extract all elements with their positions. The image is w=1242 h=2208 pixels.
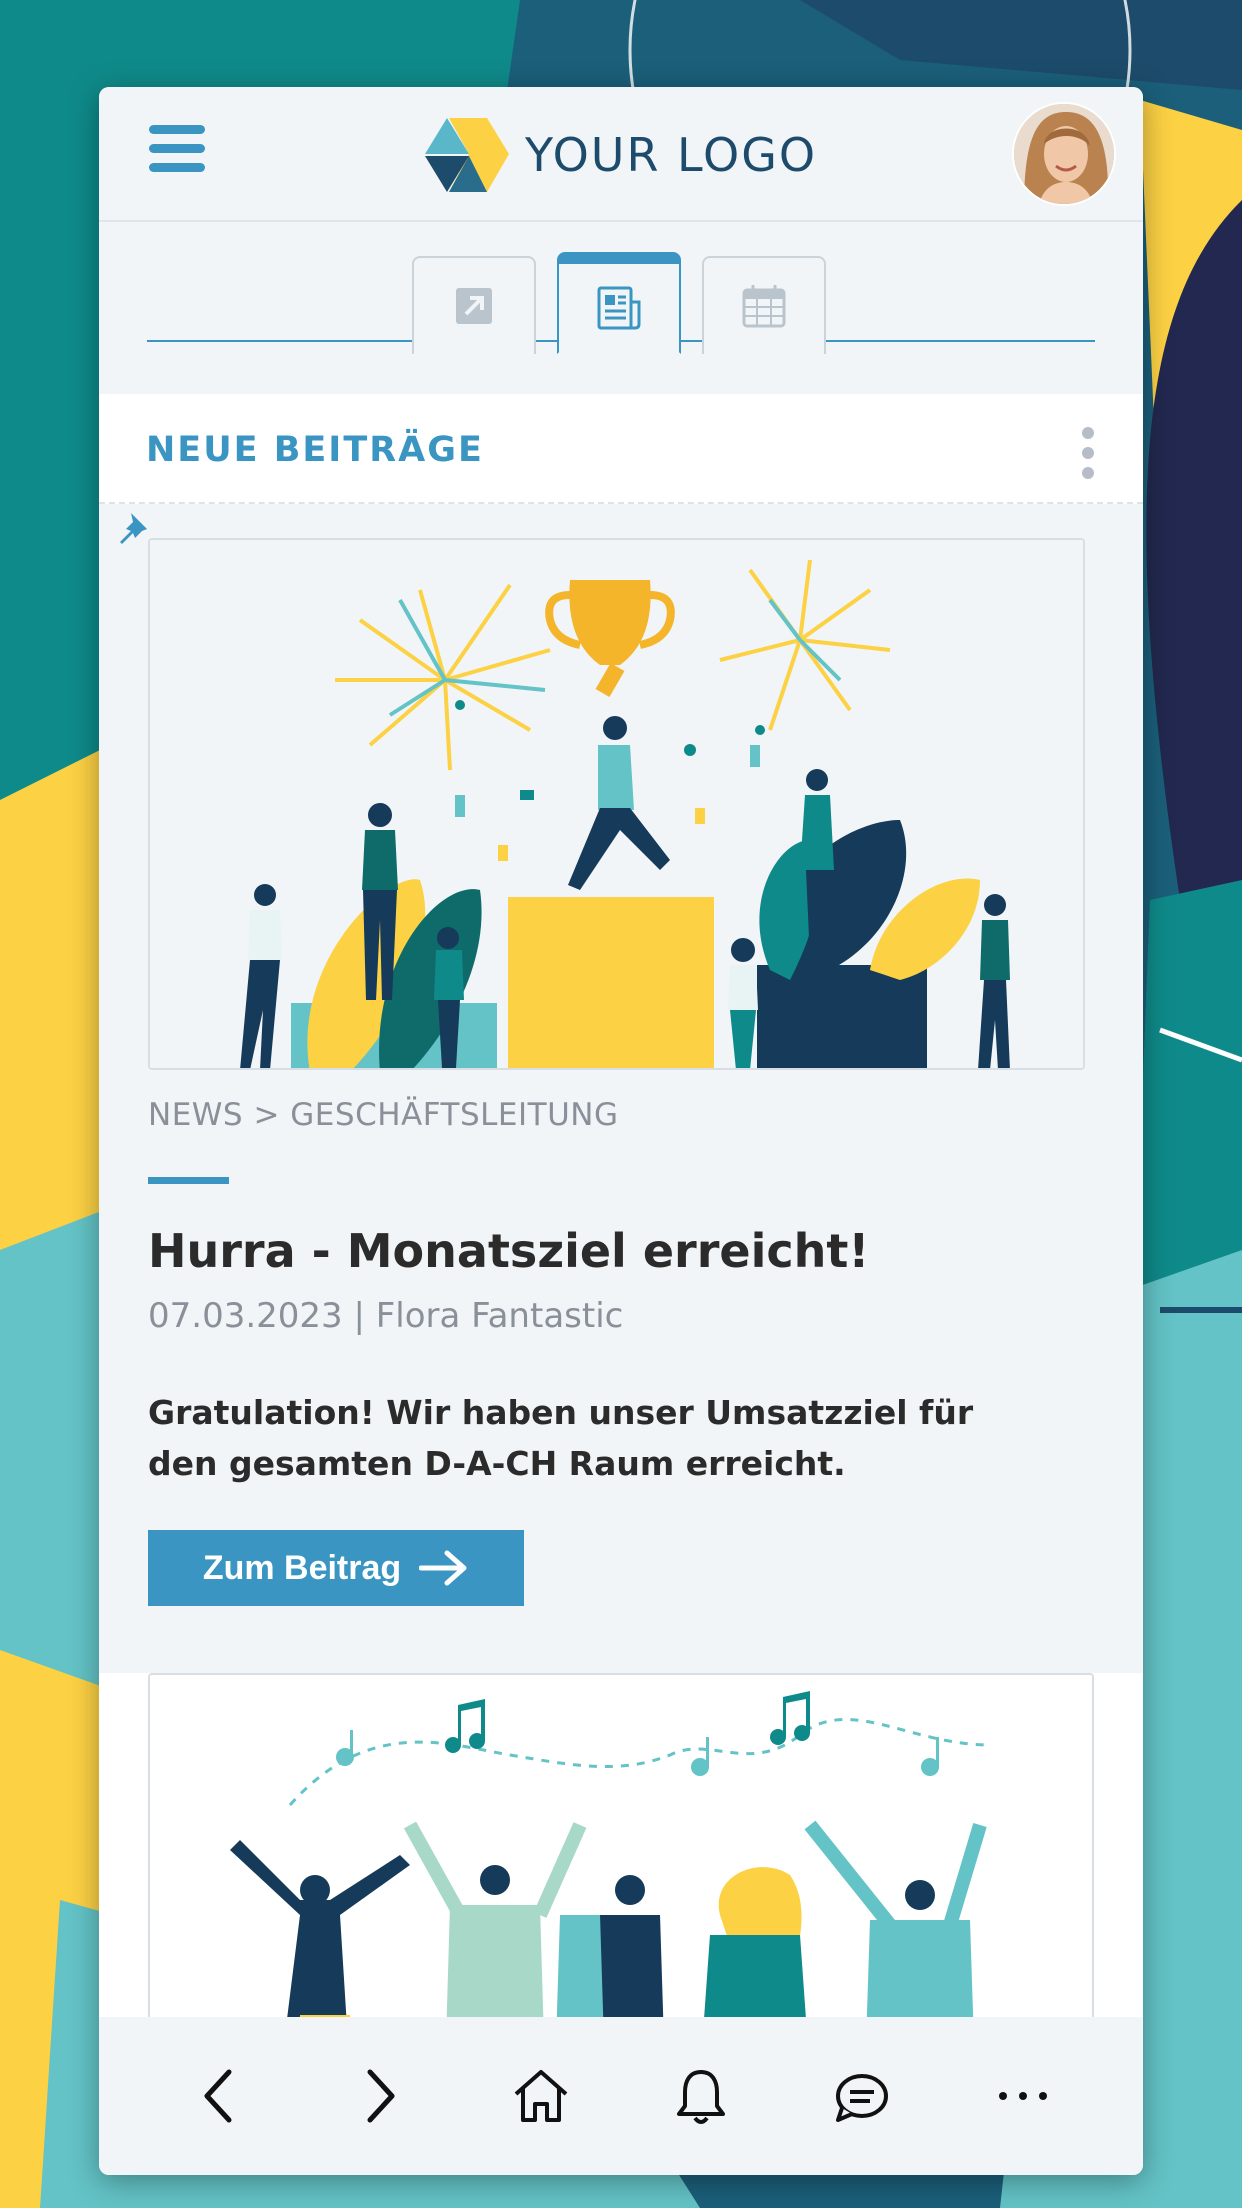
accent-divider: [148, 1177, 229, 1184]
read-post-label: Zum Beitrag: [202, 1548, 402, 1587]
calendar-icon: [742, 285, 786, 328]
hamburger-menu-icon[interactable]: [149, 125, 205, 177]
logo-text: YOUR LOGO: [525, 128, 818, 182]
logo[interactable]: YOUR LOGO: [425, 116, 817, 194]
app-card: YOUR LOGO NEUE BEITRÄGE NEWS > GESCHÄFTS…: [99, 87, 1143, 2175]
forward-icon: [367, 2069, 395, 2123]
post-body: Gratulation! Wir haben unser Umsatzziel …: [148, 1393, 974, 1483]
back-icon: [204, 2069, 232, 2123]
external-link-icon: [456, 288, 492, 324]
party-illustration: [150, 1675, 1092, 2071]
post-title[interactable]: Hurra - Monatsziel erreicht!: [148, 1224, 869, 1278]
forward-button[interactable]: [340, 2056, 420, 2136]
bottom-navigation: [99, 2017, 1143, 2175]
newspaper-icon: [597, 286, 641, 330]
top-bar: YOUR LOGO: [99, 87, 1143, 222]
more-button[interactable]: [983, 2056, 1063, 2136]
avatar-portrait-icon: [1014, 104, 1114, 204]
section-title: NEUE BEITRÄGE: [146, 430, 484, 470]
tab-calendar[interactable]: [702, 256, 826, 354]
home-icon: [514, 2070, 567, 2122]
next-post-image[interactable]: [148, 1673, 1094, 2073]
section-header: NEUE BEITRÄGE: [99, 394, 1143, 504]
read-post-button[interactable]: Zum Beitrag: [148, 1530, 524, 1606]
post-meta: 07.03.2023 | Flora Fantastic: [148, 1296, 624, 1336]
celebration-illustration: [150, 540, 1083, 1068]
tab-bar: [147, 252, 1095, 354]
more-options-icon[interactable]: [1080, 427, 1096, 479]
back-button[interactable]: [179, 2056, 259, 2136]
post-hero-image[interactable]: [148, 538, 1085, 1070]
home-button[interactable]: [501, 2056, 581, 2136]
bell-icon: [677, 2070, 726, 2124]
logo-mark-icon: [425, 118, 509, 192]
notifications-button[interactable]: [661, 2056, 741, 2136]
arrow-right-icon: [419, 1550, 467, 1586]
tab-links[interactable]: [412, 256, 536, 354]
chat-icon: [835, 2074, 888, 2122]
tab-news[interactable]: [557, 252, 681, 354]
avatar[interactable]: [1012, 102, 1116, 206]
more-icon: [998, 2092, 1047, 2100]
post-breadcrumb[interactable]: NEWS > GESCHÄFTSLEITUNG: [148, 1097, 618, 1133]
chat-button[interactable]: [822, 2056, 902, 2136]
